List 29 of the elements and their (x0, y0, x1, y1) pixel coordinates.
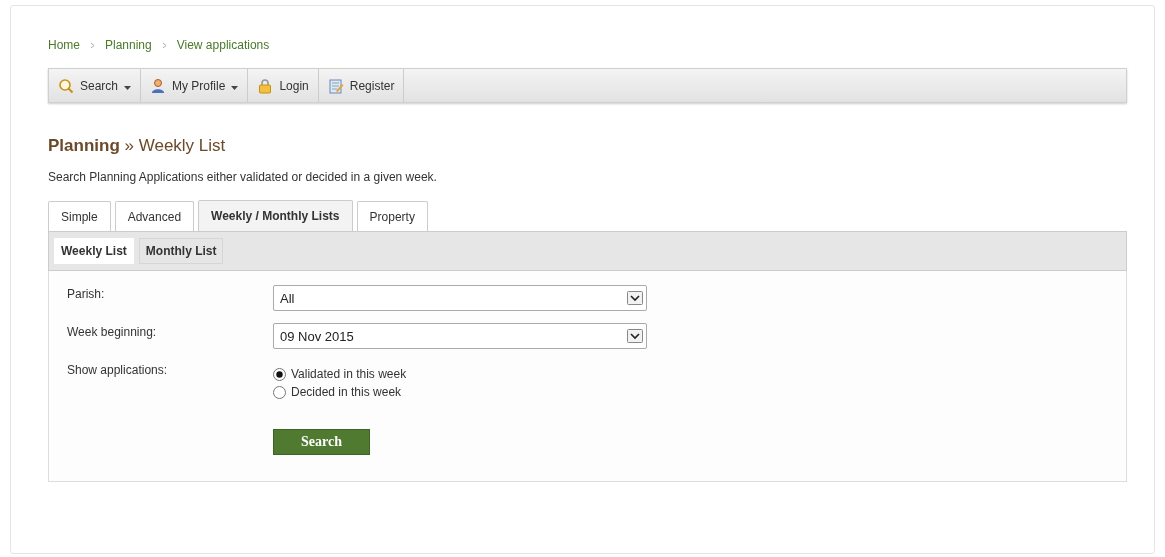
subtab[interactable]: Monthly List (138, 238, 224, 264)
field-label: Show applications: (67, 362, 169, 379)
tab[interactable]: Weekly / Monthly Lists (198, 200, 353, 231)
field-label: Week beginning: (67, 324, 158, 341)
tab[interactable]: Advanced (114, 201, 195, 231)
week-dropdown[interactable]: 09 Nov 2015 (273, 323, 647, 349)
search-icon (58, 77, 74, 94)
radio-label: Validated in this week (291, 367, 407, 381)
toolbar-button[interactable]: My Profile (141, 69, 249, 102)
notepad-icon (327, 77, 344, 94)
person-icon (150, 77, 167, 94)
tab[interactable]: Property (356, 201, 428, 231)
breadcrumb-link[interactable]: Home (48, 38, 80, 52)
radio-button[interactable] (273, 385, 286, 399)
radio-label: Decided in this week (291, 385, 402, 399)
breadcrumb-link[interactable]: View applications (176, 38, 270, 52)
lock-icon (257, 77, 274, 94)
breadcrumb-link[interactable]: Planning (105, 38, 152, 52)
tab[interactable]: Simple (48, 201, 111, 231)
parish-dropdown[interactable]: All (273, 285, 647, 311)
page-heading: Planning » Weekly List (48, 136, 227, 156)
toolbar-button[interactable]: Login (248, 69, 319, 102)
toolbar-button[interactable]: Register (318, 69, 405, 102)
field-label: Parish: (67, 286, 106, 303)
subtab[interactable]: Weekly List (54, 238, 134, 264)
radio-button[interactable] (273, 367, 286, 381)
description-text: Search Planning Applications either validated or decided in a given week. (48, 170, 438, 184)
toolbar-button[interactable]: Search (49, 69, 142, 102)
search-button[interactable]: Search (273, 429, 370, 455)
